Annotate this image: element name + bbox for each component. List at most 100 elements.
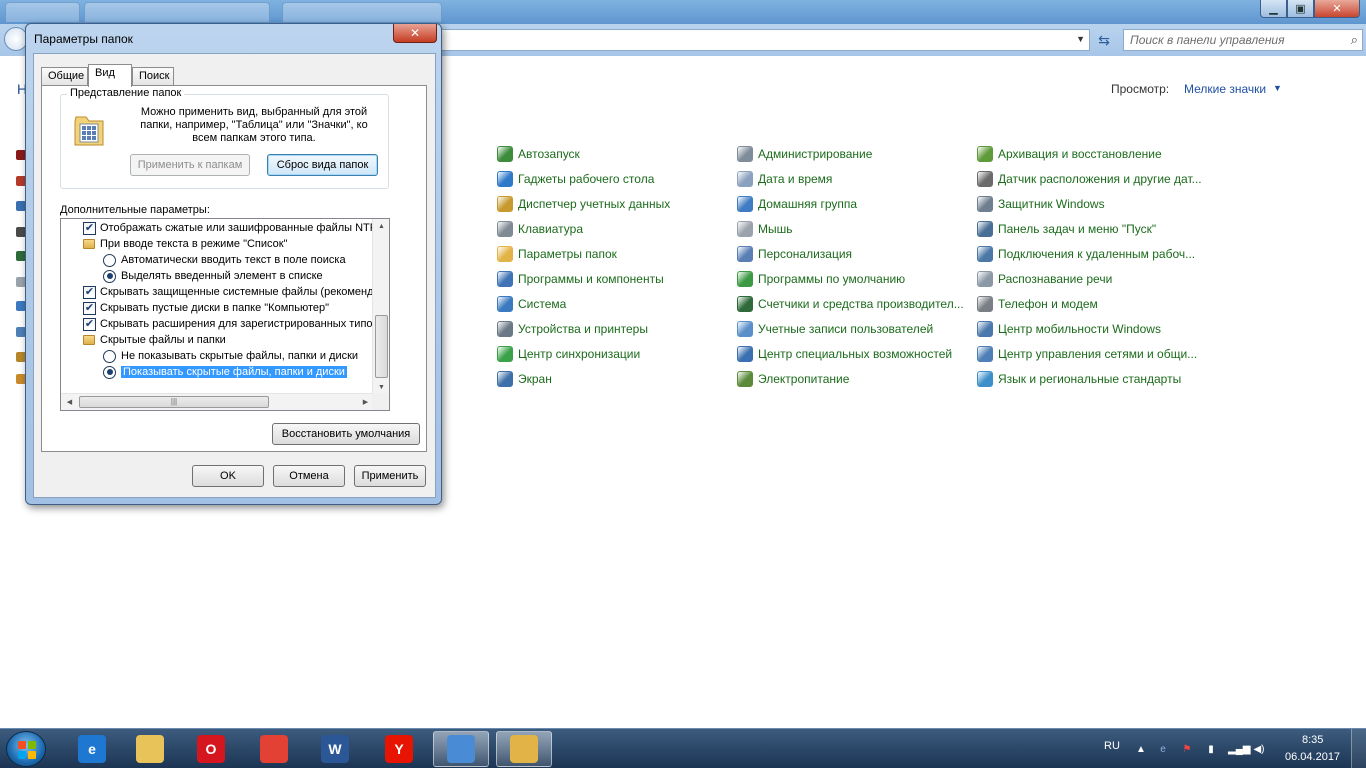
taskbar-opera-button[interactable]: O <box>183 731 239 767</box>
advanced-option-row[interactable]: ✔ Скрывать защищенные системные файлы (ре… <box>83 284 389 300</box>
control-panel-item[interactable]: Центр мобильности Windows <box>977 319 1161 339</box>
search-icon[interactable]: ⌕ <box>1351 32 1358 48</box>
address-dropdown-icon[interactable]: ▼ <box>1076 34 1085 44</box>
control-panel-item[interactable]: Параметры папок <box>497 244 617 264</box>
advanced-option-row[interactable]: ✔ Скрывать пустые диски в папке "Компьюте… <box>83 300 329 316</box>
clock-time[interactable]: 8:35 <box>1302 734 1323 746</box>
control-panel-item[interactable]: Экран <box>497 369 552 389</box>
restore-defaults-button[interactable]: Восстановить умолчания <box>272 423 420 445</box>
clock-date[interactable]: 06.04.2017 <box>1285 751 1340 763</box>
control-panel-item[interactable]: Клавиатура <box>497 219 583 239</box>
apply-to-folders-button[interactable]: Применить к папкам <box>130 154 250 176</box>
chevron-down-icon[interactable]: ▼ <box>1273 83 1282 93</box>
taskbar-control-panel-button[interactable] <box>433 731 489 767</box>
advanced-option-row[interactable]: ✔ Скрывать расширения для зарегистрирован… <box>83 316 389 332</box>
advanced-option-row[interactable]: Скрытые файлы и папки <box>83 332 226 348</box>
ok-button[interactable]: OK <box>192 465 264 487</box>
advanced-option-row[interactable]: Показывать скрытые файлы, папки и диски <box>103 364 347 380</box>
tray-app-icon[interactable]: e <box>1156 743 1170 756</box>
radio-button[interactable] <box>103 349 116 363</box>
checkbox[interactable]: ✔ <box>83 301 96 315</box>
scroll-up-icon[interactable]: ▲ <box>373 219 389 234</box>
reset-folders-button[interactable]: Сброс вида папок <box>267 154 378 176</box>
advanced-option-row[interactable]: Не показывать скрытые файлы, папки и дис… <box>103 348 358 364</box>
minimize-button[interactable]: ▁ <box>1260 0 1287 18</box>
control-panel-item[interactable]: Центр специальных возможностей <box>737 344 952 364</box>
control-panel-item[interactable]: Язык и региональные стандарты <box>977 369 1181 389</box>
volume-icon[interactable]: ◀) <box>1252 743 1266 756</box>
control-panel-item[interactable]: Центр синхронизации <box>497 344 640 364</box>
control-panel-item[interactable]: Администрирование <box>737 144 872 164</box>
view-by-dropdown[interactable]: Мелкие значки <box>1184 82 1266 96</box>
control-panel-item[interactable]: Центр управления сетями и общи... <box>977 344 1197 364</box>
taskbar-chrome-button[interactable] <box>246 731 302 767</box>
advanced-settings-list[interactable]: ✔ Отображать сжатые или зашифрованные фай… <box>60 218 390 411</box>
refresh-icon[interactable]: ⇆ <box>1093 29 1115 51</box>
advanced-option-row[interactable]: Автоматически вводить текст в поле поиск… <box>103 252 346 268</box>
control-panel-item[interactable]: Дата и время <box>737 169 832 189</box>
radio-button[interactable] <box>103 365 116 379</box>
control-panel-item[interactable]: Гаджеты рабочего стола <box>497 169 654 189</box>
address-bar[interactable]: ▼ <box>440 29 1090 51</box>
radio-button[interactable] <box>103 253 116 267</box>
taskbar-folder-options-button[interactable] <box>496 731 552 767</box>
control-panel-item-label: Персонализация <box>758 247 853 261</box>
control-panel-item[interactable]: Панель задач и меню "Пуск" <box>977 219 1156 239</box>
control-panel-item[interactable]: Диспетчер учетных данных <box>497 194 670 214</box>
network-icon[interactable]: ▂▄▆ <box>1228 743 1250 756</box>
advanced-option-row[interactable]: ✔ Отображать сжатые или зашифрованные фай… <box>83 220 384 236</box>
window-close-button[interactable]: ✕ <box>1314 0 1360 18</box>
taskbar-explorer-button[interactable] <box>122 731 178 767</box>
scroll-thumb-horizontal[interactable]: ||| <box>79 396 269 408</box>
control-panel-item[interactable]: Счетчики и средства производител... <box>737 294 964 314</box>
advanced-option-row[interactable]: Выделять введенный элемент в списке <box>103 268 323 284</box>
control-panel-item[interactable]: Домашняя группа <box>737 194 857 214</box>
taskbar-ie-button[interactable]: e <box>64 731 120 767</box>
control-panel-item-label: Дата и время <box>758 172 833 186</box>
search-input[interactable]: Поиск в панели управления ⌕ <box>1123 29 1363 51</box>
control-panel-item[interactable]: Распознавание речи <box>977 269 1112 289</box>
control-panel-item[interactable]: Телефон и модем <box>977 294 1098 314</box>
maximize-button[interactable]: ▣ <box>1287 0 1314 18</box>
device-icon[interactable]: ▮ <box>1204 743 1218 756</box>
tab-search[interactable]: Поиск <box>132 67 174 86</box>
cancel-button[interactable]: Отмена <box>273 465 345 487</box>
sensor-icon <box>977 171 993 187</box>
scroll-left-icon[interactable]: ◀ <box>61 394 78 410</box>
dialog-close-button[interactable]: ✕ <box>393 24 437 43</box>
phone-icon <box>977 296 993 312</box>
radio-button[interactable] <box>103 269 116 283</box>
control-panel-item[interactable]: Защитник Windows <box>977 194 1105 214</box>
control-panel-item-label: Счетчики и средства производител... <box>758 297 964 311</box>
action-center-icon[interactable]: ⚑ <box>1180 743 1194 756</box>
vertical-scrollbar[interactable]: ▲ ▼ <box>372 219 389 395</box>
control-panel-item[interactable]: Учетные записи пользователей <box>737 319 933 339</box>
control-panel-item[interactable]: Персонализация <box>737 244 852 264</box>
control-panel-item[interactable]: Электропитание <box>737 369 849 389</box>
control-panel-item[interactable]: Мышь <box>737 219 793 239</box>
control-panel-item[interactable]: Программы по умолчанию <box>737 269 905 289</box>
remote-desktop-icon <box>977 246 993 262</box>
horizontal-scrollbar[interactable]: ◀ ||| ▶ <box>61 393 374 410</box>
control-panel-item[interactable]: Автозапуск <box>497 144 580 164</box>
start-button[interactable] <box>6 731 46 767</box>
language-indicator[interactable]: RU <box>1104 740 1120 752</box>
control-panel-item[interactable]: Подключения к удаленным рабоч... <box>977 244 1195 264</box>
control-panel-item[interactable]: Программы и компоненты <box>497 269 664 289</box>
scroll-thumb[interactable] <box>375 315 388 378</box>
control-panel-item[interactable]: Архивация и восстановление <box>977 144 1162 164</box>
show-desktop-button[interactable] <box>1351 729 1366 768</box>
tray-expand-icon[interactable]: ▲ <box>1134 743 1148 756</box>
tab-general[interactable]: Общие <box>41 67 88 86</box>
taskbar-word-button[interactable]: W <box>307 731 363 767</box>
checkbox[interactable]: ✔ <box>83 221 96 235</box>
control-panel-item[interactable]: Датчик расположения и другие дат... <box>977 169 1202 189</box>
control-panel-item[interactable]: Система <box>497 294 566 314</box>
tab-view[interactable]: Вид <box>88 64 132 87</box>
taskbar-yandex-button[interactable]: Y <box>371 731 427 767</box>
checkbox[interactable]: ✔ <box>83 285 96 299</box>
advanced-option-row[interactable]: При вводе текста в режиме "Список" <box>83 236 287 252</box>
apply-button[interactable]: Применить <box>354 465 426 487</box>
control-panel-item[interactable]: Устройства и принтеры <box>497 319 648 339</box>
checkbox[interactable]: ✔ <box>83 317 96 331</box>
